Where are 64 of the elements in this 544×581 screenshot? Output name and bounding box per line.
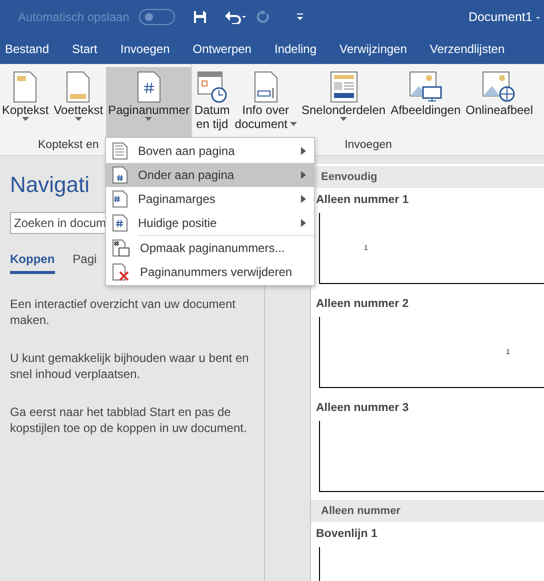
ribbon-button[interactable]: Onlineafbeel (464, 67, 536, 137)
group-label: Koptekst en (37, 138, 99, 153)
gallery-item-title: Alleen nummer 1 (315, 193, 410, 208)
menu-item[interactable]: Paginanummers verwijderen (106, 260, 314, 284)
undo-icon[interactable] (225, 10, 248, 24)
page-lines-icon (112, 142, 128, 160)
caret-icon (340, 117, 348, 121)
save-icon[interactable] (193, 10, 208, 24)
menu-tab[interactable]: Invoegen (115, 42, 175, 56)
caret-icon (74, 117, 82, 121)
customize-icon[interactable] (295, 13, 306, 21)
ribbon-button[interactable]: Paginanummer (106, 67, 192, 137)
menu-item[interactable]: Paginamarges (106, 187, 314, 211)
help-paragraph: U kunt gemakkelijk bijhouden waar u bent en snel inhoud verplaatsen. (10, 350, 250, 382)
caret-icon (145, 117, 152, 121)
help-paragraph: Een interactief overzicht van uw document maken. (10, 296, 236, 328)
autosave-toggle[interactable] (139, 9, 176, 25)
ribbon-button[interactable]: Snelonderdelen (300, 67, 388, 137)
gallery-item-title: Alleen nummer 3 (315, 401, 410, 416)
redo-icon[interactable] (257, 10, 272, 24)
menu-item[interactable]: Opmaak paginanummers... (106, 236, 314, 260)
document-title: Document1 - (468, 10, 541, 24)
page-number-format-icon (112, 239, 130, 257)
pane-title: Navigati (10, 172, 90, 199)
caret-icon (290, 122, 296, 126)
ribbon-button[interactable]: Voettekst (52, 67, 106, 137)
page-header-icon (12, 71, 38, 103)
page-number-icon (112, 190, 128, 208)
page-number-icon (136, 71, 162, 103)
menu-tab[interactable]: Verwijzingen (334, 42, 412, 56)
submenu-arrow-icon (301, 171, 306, 179)
submenu-arrow-icon (301, 219, 306, 227)
page-number-icon (112, 214, 128, 232)
remove-page-number-icon (112, 263, 130, 281)
menu-tab[interactable]: Indeling (269, 42, 322, 56)
submenu-arrow-icon (301, 147, 306, 155)
menu-tab[interactable]: Verzendlijsten (424, 42, 510, 56)
page-footer-icon (65, 71, 92, 103)
gallery-item-title: Alleen nummer 2 (315, 297, 410, 312)
menu-tab[interactable]: Start (67, 42, 102, 56)
menu-tab[interactable]: Ontwerpen (188, 42, 256, 56)
ribbon-button[interactable]: Info over document (232, 67, 298, 137)
submenu-arrow-icon (301, 195, 306, 203)
ribbon-button[interactable]: Koptekst (0, 67, 51, 137)
menu-item[interactable]: Boven aan pagina (106, 139, 314, 163)
menu-item[interactable]: Huidige positie (106, 211, 314, 235)
picture-monitor-icon (408, 71, 443, 103)
picture-globe-icon (482, 71, 516, 103)
help-paragraph: Ga eerst naar het tabblad Start en pas de kopstijlen toe op de koppen in uw document. (10, 404, 248, 436)
ribbon-button[interactable]: Afbeeldingen (388, 67, 463, 137)
section-header: Alleen nummer (311, 500, 544, 522)
pane-tab[interactable]: Koppen (10, 252, 55, 274)
gallery-item-title: Bovenlijn 1 (315, 527, 378, 542)
menu-tab[interactable]: Bestand (0, 42, 54, 56)
layout-icon (330, 71, 358, 103)
document-field-icon (252, 71, 279, 103)
autosave-label: Automatisch opslaan (18, 10, 130, 24)
calendar-clock-icon (197, 71, 228, 103)
caret-icon (22, 117, 29, 121)
pane-tab[interactable]: Pagi (72, 252, 97, 274)
group-label: Invoegen (344, 138, 392, 153)
menu-item[interactable]: Onder aan pagina (106, 163, 314, 187)
page-number-icon (112, 166, 128, 184)
ribbon-button[interactable]: Datum en tijd (192, 67, 232, 137)
